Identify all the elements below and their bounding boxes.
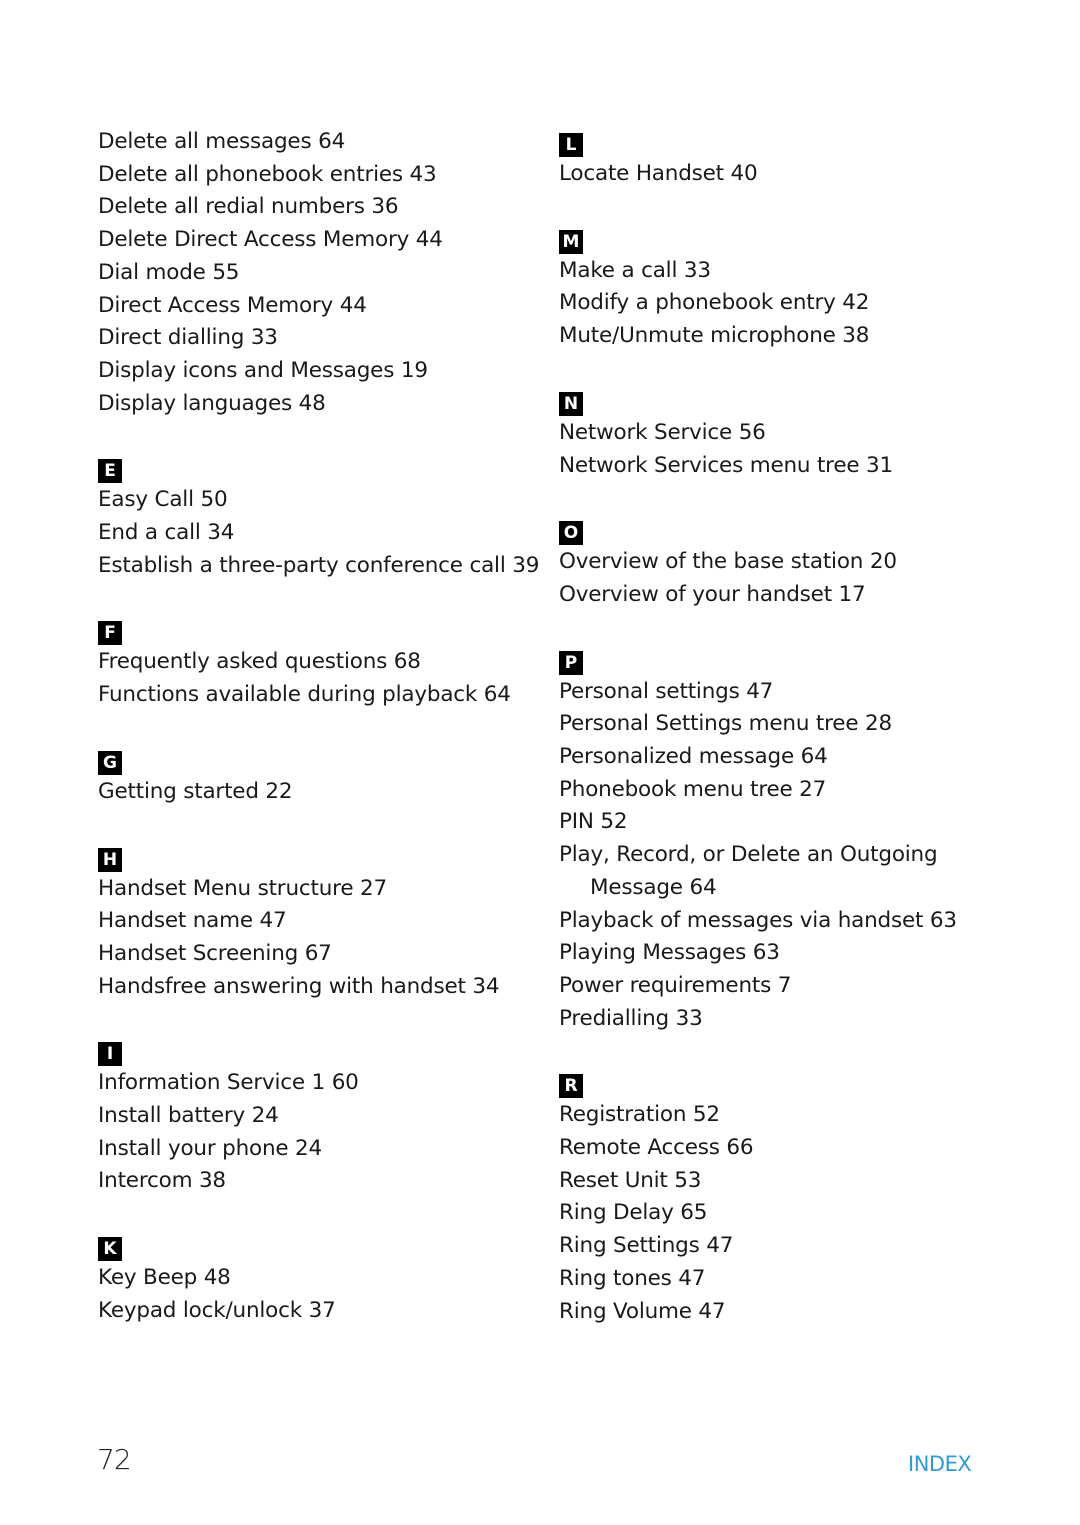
index-entry[interactable]: Ring Volume 47 bbox=[559, 1296, 999, 1329]
index-entry[interactable]: Display icons and Messages 19 bbox=[98, 355, 538, 388]
index-entry[interactable]: Playing Messages 63 bbox=[559, 937, 999, 970]
index-entry[interactable]: Dial mode 55 bbox=[98, 257, 538, 290]
index-column-right: L Locate Handset 40 M Make a call 33 Modify … bbox=[559, 126, 999, 1328]
letter-heading-row: O bbox=[559, 514, 999, 546]
index-entry[interactable]: Display languages 48 bbox=[98, 388, 538, 421]
index-entry-continuation: Message 64 bbox=[590, 874, 717, 900]
index-entry[interactable]: Overview of your handset 17 bbox=[559, 579, 999, 612]
letter-heading-row: N bbox=[559, 385, 999, 417]
index-section-l: L Locate Handset 40 bbox=[559, 126, 999, 191]
index-entry[interactable]: Delete all messages 64 bbox=[98, 126, 538, 159]
index-entry[interactable]: Establish a three-party conference call … bbox=[98, 550, 539, 583]
letter-heading-row: M bbox=[559, 223, 999, 255]
index-entry[interactable]: Functions available during playback 64 bbox=[98, 679, 538, 712]
letter-badge: M bbox=[559, 229, 583, 254]
letter-heading-row: K bbox=[98, 1230, 538, 1262]
letter-heading-row: P bbox=[559, 644, 999, 676]
index-entry[interactable]: Remote Access 66 bbox=[559, 1132, 999, 1165]
letter-badge: N bbox=[559, 391, 583, 416]
index-entry[interactable]: End a call 34 bbox=[98, 517, 538, 550]
index-entry[interactable]: Locate Handset 40 bbox=[559, 158, 999, 191]
letter-heading-row: H bbox=[98, 841, 538, 873]
index-entry[interactable]: Ring Settings 47 bbox=[559, 1230, 999, 1263]
index-entry[interactable]: Frequently asked questions 68 bbox=[98, 646, 538, 679]
index-section-k: K Key Beep 48 Keypad lock/unlock 37 bbox=[98, 1230, 538, 1327]
index-entry[interactable]: Handset Screening 67 bbox=[98, 938, 538, 971]
index-section-h: H Handset Menu structure 27 Handset name 4… bbox=[98, 841, 538, 1004]
index-entry[interactable]: Key Beep 48 bbox=[98, 1262, 538, 1295]
index-entry[interactable]: Power requirements 7 bbox=[559, 970, 999, 1003]
letter-badge: H bbox=[98, 847, 122, 872]
index-entry[interactable]: Play, Record, or Delete an Outgoing Messa… bbox=[559, 839, 999, 904]
index-entry[interactable]: Handset Menu structure 27 bbox=[98, 873, 538, 906]
index-section-d: Delete all messages 64 Delete all phonebo… bbox=[98, 126, 538, 420]
index-entry[interactable]: Keypad lock/unlock 37 bbox=[98, 1295, 538, 1328]
index-section-o: O Overview of the base station 20 Overview… bbox=[559, 514, 999, 611]
letter-heading-row: F bbox=[98, 614, 538, 646]
index-entry[interactable]: Handset name 47 bbox=[98, 905, 538, 938]
index-entry[interactable]: Getting started 22 bbox=[98, 776, 538, 809]
index-entry[interactable]: Intercom 38 bbox=[98, 1165, 538, 1198]
index-entry[interactable]: Ring Delay 65 bbox=[559, 1197, 999, 1230]
letter-heading-row: G bbox=[98, 744, 538, 776]
index-entry[interactable]: Network Service 56 bbox=[559, 417, 999, 450]
index-entry[interactable]: Playback of messages via handset 63 bbox=[559, 905, 999, 938]
index-entry[interactable]: Modify a phonebook entry 42 bbox=[559, 287, 999, 320]
letter-heading-row: R bbox=[559, 1067, 999, 1099]
index-entry[interactable]: Phonebook menu tree 27 bbox=[559, 774, 999, 807]
letter-badge: G bbox=[98, 750, 122, 775]
index-section-m: M Make a call 33 Modify a phonebook entry … bbox=[559, 223, 999, 353]
index-column-left: Delete all messages 64 Delete all phonebo… bbox=[98, 126, 539, 1328]
letter-badge: F bbox=[98, 621, 122, 646]
index-entry[interactable]: PIN 52 bbox=[559, 806, 999, 839]
index-section-i: I Information Service 1 60 Install battery… bbox=[98, 1035, 538, 1198]
index-section-n: N Network Service 56 Network Services menu… bbox=[559, 385, 999, 482]
letter-badge: L bbox=[559, 133, 583, 157]
index-entry[interactable]: Install your phone 24 bbox=[98, 1133, 538, 1166]
index-entry[interactable]: Handsfree answering with handset 34 bbox=[98, 971, 538, 1004]
index-entry[interactable]: Reset Unit 53 bbox=[559, 1165, 999, 1198]
index-entry[interactable]: Predialling 33 bbox=[559, 1003, 999, 1036]
index-entry[interactable]: Mute/Unmute microphone 38 bbox=[559, 320, 999, 353]
index-section-g: G Getting started 22 bbox=[98, 744, 538, 809]
index-entry[interactable]: Delete all phonebook entries 43 bbox=[98, 159, 538, 192]
index-entry[interactable]: Registration 52 bbox=[559, 1099, 999, 1132]
index-section-e: E Easy Call 50 End a call 34 Establish a th… bbox=[98, 452, 539, 583]
index-entry[interactable]: Delete Direct Access Memory 44 bbox=[98, 224, 538, 257]
letter-badge: I bbox=[98, 1042, 122, 1067]
index-entry[interactable]: Delete all redial numbers 36 bbox=[98, 191, 538, 224]
letter-badge: R bbox=[559, 1074, 583, 1099]
index-entry[interactable]: Easy Call 50 bbox=[98, 484, 538, 517]
index-entry[interactable]: Direct dialling 33 bbox=[98, 322, 538, 355]
letter-badge: E bbox=[98, 459, 122, 484]
letter-badge: P bbox=[559, 650, 583, 675]
index-entry-line: Play, Record, or Delete an Outgoing bbox=[559, 842, 938, 868]
index-entry[interactable]: Personal Settings menu tree 28 bbox=[559, 708, 999, 741]
letter-heading-row: I bbox=[98, 1035, 538, 1067]
index-entry[interactable]: Overview of the base station 20 bbox=[559, 546, 999, 579]
letter-badge: O bbox=[559, 521, 583, 546]
index-entry[interactable]: Direct Access Memory 44 bbox=[98, 290, 538, 323]
index-section-p: P Personal settings 47 Personal Settings m… bbox=[559, 644, 999, 1036]
letter-heading-row: E bbox=[98, 452, 538, 484]
index-section-f: F Frequently asked questions 68 Functions … bbox=[98, 614, 538, 711]
index-entry[interactable]: Make a call 33 bbox=[559, 255, 999, 288]
letter-badge: K bbox=[98, 1237, 122, 1262]
index-entry[interactable]: Personal settings 47 bbox=[559, 676, 999, 709]
index-section-r: R Registration 52 Remote Access 66 Reset Un… bbox=[559, 1067, 999, 1328]
section-title: INDEX bbox=[908, 1452, 972, 1476]
index-entry[interactable]: Install battery 24 bbox=[98, 1100, 538, 1133]
index-entry[interactable]: Information Service 1 60 bbox=[98, 1067, 538, 1100]
letter-heading-row: L bbox=[559, 126, 999, 158]
index-entry[interactable]: Personalized message 64 bbox=[559, 741, 999, 774]
index-entry[interactable]: Ring tones 47 bbox=[559, 1263, 999, 1296]
page-number: 72 bbox=[97, 1443, 132, 1476]
index-entry[interactable]: Network Services menu tree 31 bbox=[559, 450, 999, 483]
